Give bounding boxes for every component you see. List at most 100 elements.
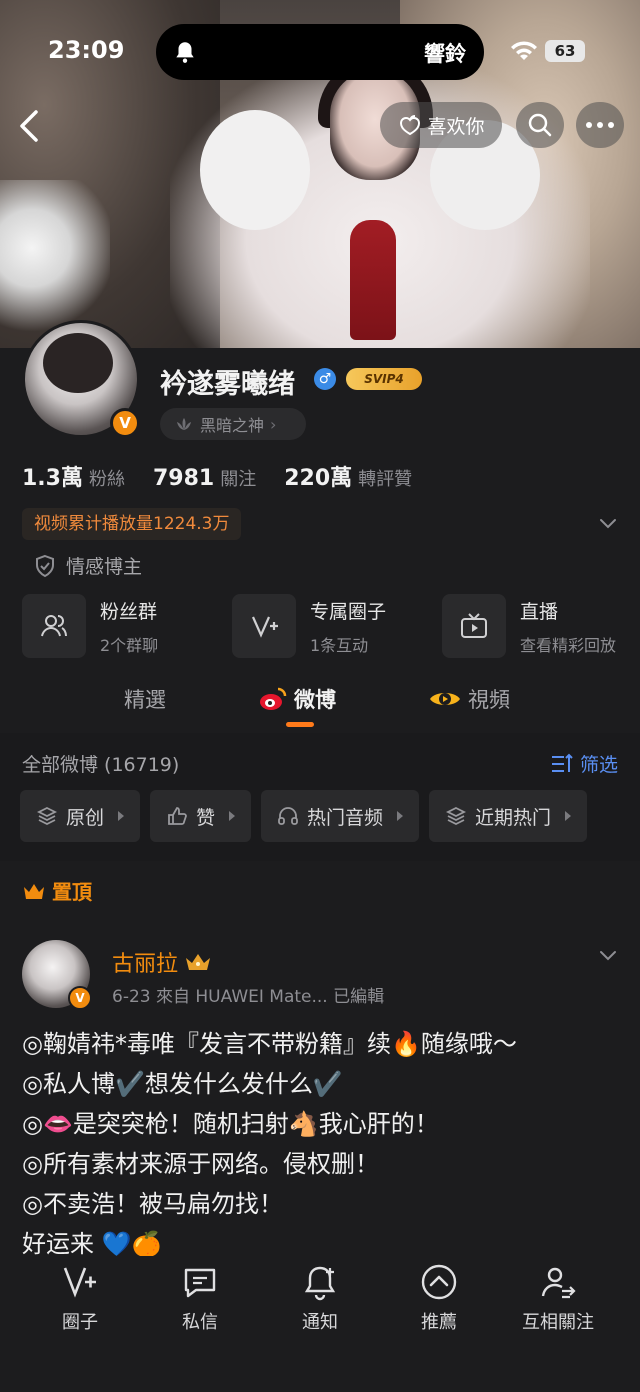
filter-button[interactable]: 筛选	[550, 750, 618, 777]
weibo-logo-icon	[260, 687, 287, 710]
verification-info: 情感博主	[34, 552, 142, 579]
chip-liked-label: 赞	[196, 806, 216, 829]
chip-arrow-icon	[397, 811, 404, 821]
circle-v-icon	[232, 594, 296, 658]
avatar-hair	[43, 333, 113, 393]
filter-chips: 原创 赞 热门音频 近期热门	[20, 790, 588, 842]
shield-check-icon	[36, 554, 54, 577]
chat-icon	[184, 1268, 216, 1298]
gold-crown-icon	[186, 954, 211, 970]
chip-original-label: 原创	[66, 806, 105, 829]
chip-hot-audio[interactable]: 热门音频	[261, 790, 420, 842]
bell-icon	[176, 42, 194, 63]
tab-featured-label: 精選	[124, 688, 166, 712]
thumb-up-icon	[168, 807, 187, 825]
tile-fan-group-sub: 2个群聊	[100, 635, 159, 655]
tile-live-title: 直播	[520, 600, 559, 623]
search-icon	[528, 113, 552, 137]
chevron-right-icon: ›	[270, 414, 277, 434]
tile-fan-group[interactable]: 粉丝群 2个群聊	[22, 592, 214, 660]
post-author[interactable]: 古丽拉	[112, 946, 212, 978]
tile-exclusive-circle[interactable]: 专属圈子 1条互动	[232, 592, 424, 660]
verified-badge: V	[110, 408, 140, 438]
dynamic-island: 響鈴	[156, 24, 484, 80]
island-ring-label: 響鈴	[424, 42, 466, 66]
stat-interactions-label: 轉評贊	[358, 469, 413, 490]
svip-label: SVIP4	[364, 372, 404, 386]
lotus-icon	[177, 418, 191, 430]
post-author-name: 古丽拉	[112, 952, 179, 977]
tab-weibo-label: 微博	[294, 688, 336, 712]
stat-fans[interactable]: 1.3萬 粉絲	[22, 460, 125, 492]
mutual-follow-icon	[541, 1267, 576, 1299]
rank-badge[interactable]: 黑暗之神 ›	[160, 408, 306, 440]
like-you-label: 喜欢你	[427, 115, 485, 138]
bell-plus-icon	[304, 1266, 336, 1301]
tile-live[interactable]: 直播 查看精彩回放	[442, 592, 634, 660]
rank-label: 黑暗之神	[200, 416, 265, 435]
filter-icon	[552, 753, 573, 772]
bottom-mutual-follow-label: 互相關注	[522, 1312, 594, 1333]
bottom-mutual-follow-button[interactable]: 互相關注	[508, 1262, 608, 1334]
post-line: ◎👄是突突枪！随机扫射🐴我心肝的！	[22, 1110, 439, 1138]
profile-stats: 1.3萬 粉絲 7981 關注 220萬 轉評贊	[22, 460, 412, 492]
username: 衿遂雾曦绪	[160, 369, 295, 400]
peach-heart-icon	[400, 115, 421, 136]
tab-video-label: 視頻	[468, 688, 510, 712]
crown-icon	[24, 883, 44, 899]
chip-arrow-icon	[229, 811, 236, 821]
bottom-recommend-button[interactable]: 推薦	[389, 1262, 489, 1334]
profile-tabs: 精選 微博 視頻	[0, 676, 640, 732]
all-posts-count: 全部微博 (16719)	[22, 754, 180, 776]
stat-following-label: 關注	[220, 469, 257, 490]
bottom-circle-button[interactable]: 圈子	[30, 1262, 130, 1334]
tv-icon	[442, 594, 506, 658]
tile-fan-group-title: 粉丝群	[100, 600, 158, 623]
stat-interactions[interactable]: 220萬 轉評贊	[284, 460, 412, 492]
video-eye-icon	[430, 693, 460, 705]
post-line: ◎私人博✔️想发什么发什么✔️	[22, 1070, 343, 1098]
post-meta: 6-23 來自 HUAWEI Mate... 已編輯	[112, 987, 385, 1007]
more-button[interactable]	[576, 102, 624, 148]
tile-live-sub: 查看精彩回放	[520, 635, 617, 655]
fan-group-icon	[22, 594, 86, 658]
stat-following-count: 7981	[152, 466, 215, 491]
post-line: ◎不卖浩！被马扁勿找！	[22, 1190, 283, 1218]
search-button[interactable]	[516, 102, 564, 148]
svip-badge[interactable]: SVIP4	[346, 368, 422, 390]
tab-featured[interactable]: 精選	[124, 684, 166, 714]
status-time: 23:09	[48, 36, 125, 64]
bottom-recommend-label: 推薦	[421, 1312, 457, 1333]
active-tab-indicator	[286, 722, 314, 727]
post-line: ◎所有素材来源于网络。侵权删！	[22, 1150, 379, 1178]
pinned-label-row: 置頂	[22, 876, 92, 905]
chip-arrow-icon	[118, 811, 125, 821]
like-you-button[interactable]: 喜欢你	[380, 102, 502, 148]
chip-liked[interactable]: 赞	[150, 790, 252, 842]
stat-interactions-count: 220萬	[284, 466, 353, 491]
chip-recent-hot[interactable]: 近期热门	[429, 790, 588, 842]
bottom-message-button[interactable]: 私信	[150, 1262, 250, 1334]
chip-original[interactable]: 原创	[20, 790, 141, 842]
chip-recent-hot-label: 近期热门	[475, 806, 552, 829]
bottom-notify-button[interactable]: 通知	[270, 1262, 370, 1334]
gender-male-icon: ♂	[314, 368, 336, 390]
bottom-message-label: 私信	[182, 1312, 218, 1333]
layers-icon	[36, 806, 58, 826]
tile-circle-title: 专属圈子	[310, 600, 387, 623]
up-circle-icon	[421, 1264, 457, 1300]
bottom-circle-label: 圈子	[62, 1312, 98, 1333]
chevron-down-icon[interactable]	[598, 514, 618, 532]
post-options-chevron-icon[interactable]	[598, 948, 618, 964]
more-dots-icon	[586, 122, 614, 128]
pinned-label: 置頂	[52, 880, 92, 904]
stat-following[interactable]: 7981 關注	[153, 465, 256, 491]
tab-weibo[interactable]: 微博	[258, 684, 336, 714]
post-body: ◎鞠婧祎*毒唯『发言不带粉籍』续🔥随缘哦～ ◎私人博✔️想发什么发什么✔️ ◎👄…	[22, 1024, 622, 1264]
tab-video[interactable]: 視頻	[428, 684, 510, 714]
back-button[interactable]	[12, 104, 48, 148]
post-verified-badge: V	[68, 986, 92, 1010]
banner-fur-left	[200, 110, 310, 230]
wifi-icon	[511, 41, 537, 60]
headphones-icon	[278, 807, 298, 825]
